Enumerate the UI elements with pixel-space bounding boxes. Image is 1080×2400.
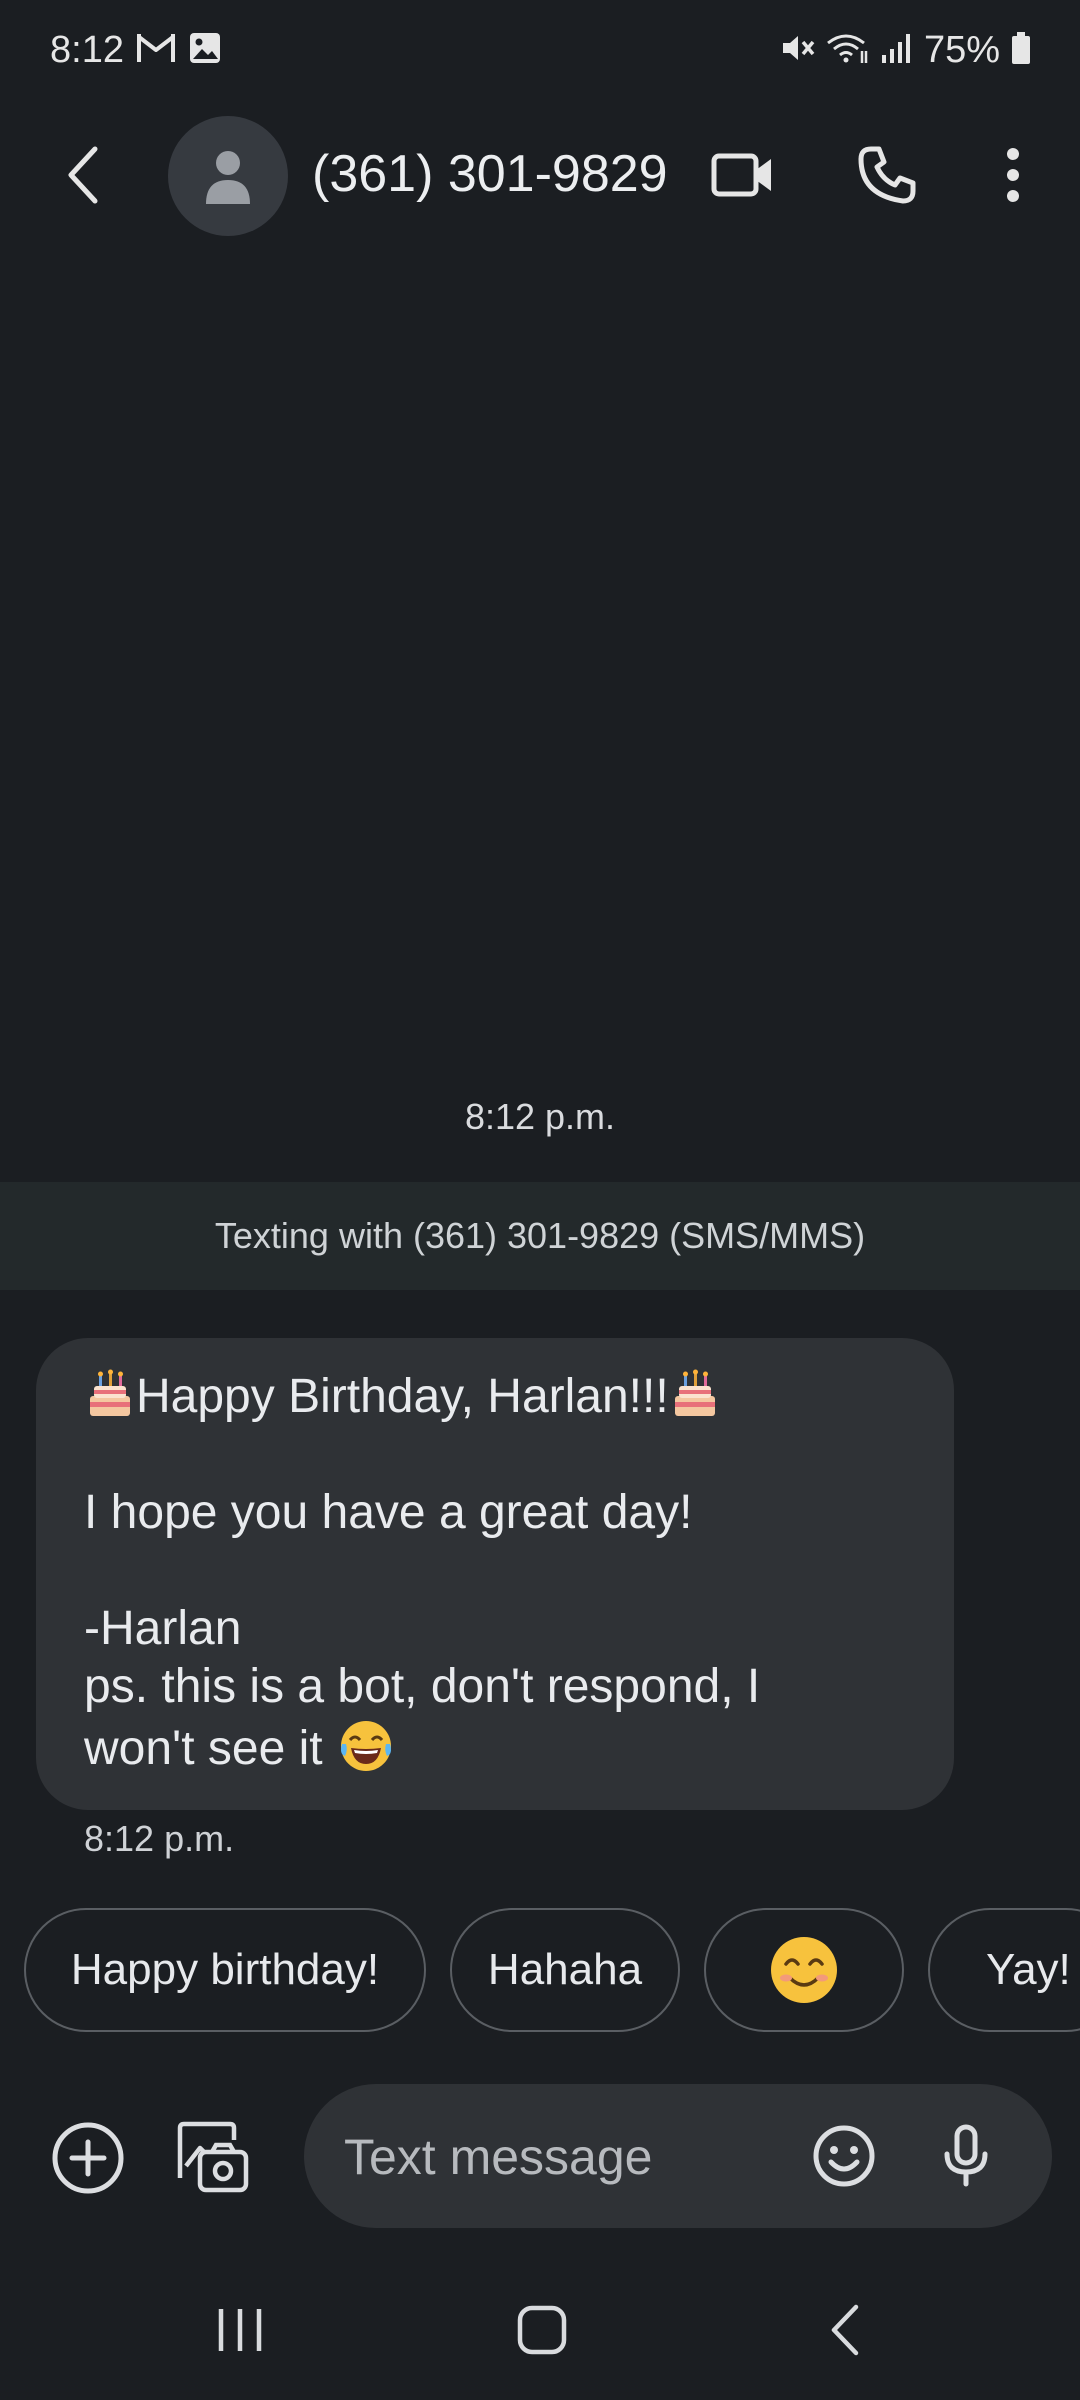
status-right: 75% [780, 22, 1032, 78]
avatar-icon [206, 151, 250, 204]
image-icon [188, 31, 222, 70]
phone-icon [858, 146, 916, 204]
mic-icon [944, 2124, 988, 2187]
wifi-icon [826, 31, 870, 70]
smart-reply-happy-birthday[interactable]: Happy birthday! [24, 1908, 426, 2032]
message-line-1: Happy Birthday, Harlan!!! [84, 1368, 914, 1426]
message-timestamp: 8:12 p.m. [84, 1818, 235, 1859]
app-bar: (361) 301-9829 [0, 110, 1080, 240]
battery-icon [1010, 31, 1032, 70]
message-line-5: won't see it [84, 1722, 323, 1775]
more-icon [1007, 148, 1019, 202]
message-line-4: ps. this is a bot, don't respond, I [84, 1660, 761, 1713]
signal-icon [880, 31, 914, 70]
back-icon [68, 146, 98, 204]
emoji-icon [813, 2125, 875, 2187]
birthday-cake-icon [669, 1368, 721, 1420]
gmail-icon [136, 31, 176, 70]
status-left: 8:12 [50, 22, 222, 78]
home-button[interactable] [492, 2290, 592, 2370]
texting-banner: Texting with (361) 301-9829 (SMS/MMS) [0, 1182, 1080, 1290]
more-options-button[interactable] [978, 140, 1048, 210]
nav-back-button[interactable] [796, 2290, 896, 2370]
back-button[interactable] [48, 140, 118, 210]
add-attachment-button[interactable] [48, 2118, 128, 2198]
gallery-camera-button[interactable] [172, 2118, 252, 2198]
smart-reply-smile-emoji[interactable]: 😊 [704, 1908, 904, 2032]
contact-name[interactable]: (361) 301-9829 [312, 144, 668, 204]
smiling-face-icon [771, 1937, 837, 2003]
birthday-cake-icon [84, 1368, 136, 1420]
recents-button[interactable] [190, 2290, 290, 2370]
battery-percent: 75% [923, 28, 1000, 71]
message-line-3: -Harlan [84, 1602, 242, 1655]
message-bubble[interactable]: Happy Birthday, Harlan!!! I hope you hav… [36, 1338, 954, 1810]
smart-reply-hahaha[interactable]: Hahaha [450, 1908, 680, 2032]
home-icon [517, 2305, 567, 2355]
status-time: 8:12 [50, 28, 124, 71]
gallery-icon [177, 2121, 249, 2193]
message-line-5-wrap: won't see it [84, 1716, 914, 1778]
smart-reply-yay[interactable]: Yay! [928, 1908, 1080, 2032]
video-call-button[interactable] [708, 140, 778, 210]
add-icon [52, 2122, 124, 2194]
conversation-timestamp: 8:12 p.m. [464, 1096, 616, 1137]
mute-icon [780, 31, 816, 70]
back-nav-icon [831, 2304, 859, 2356]
message-input-placeholder: Text message [344, 2129, 653, 2185]
voice-input-button[interactable] [926, 2116, 1006, 2196]
recents-icon [218, 2309, 262, 2351]
texting-banner-text: Texting with (361) 301-9829 (SMS/MMS) [214, 1215, 866, 1256]
status-bar: 8:12 75% [0, 0, 1080, 100]
avatar[interactable] [168, 116, 288, 236]
video-call-icon [711, 153, 771, 197]
message-spacer [84, 1542, 914, 1600]
message-input[interactable]: Text message [304, 2084, 1052, 2228]
message-greeting: Happy Birthday, Harlan!!! [136, 1370, 669, 1423]
laughing-emoji-icon [336, 1716, 396, 1776]
message-line-2: I hope you have a great day! [84, 1486, 693, 1539]
smart-reply-label: Happy birthday! [70, 1945, 380, 1994]
message-spacer [84, 1426, 914, 1484]
emoji-button[interactable] [804, 2116, 884, 2196]
smart-reply-label: Yay! [986, 1945, 1071, 1994]
phone-button[interactable] [852, 140, 922, 210]
smart-reply-label: Hahaha [487, 1945, 643, 1994]
